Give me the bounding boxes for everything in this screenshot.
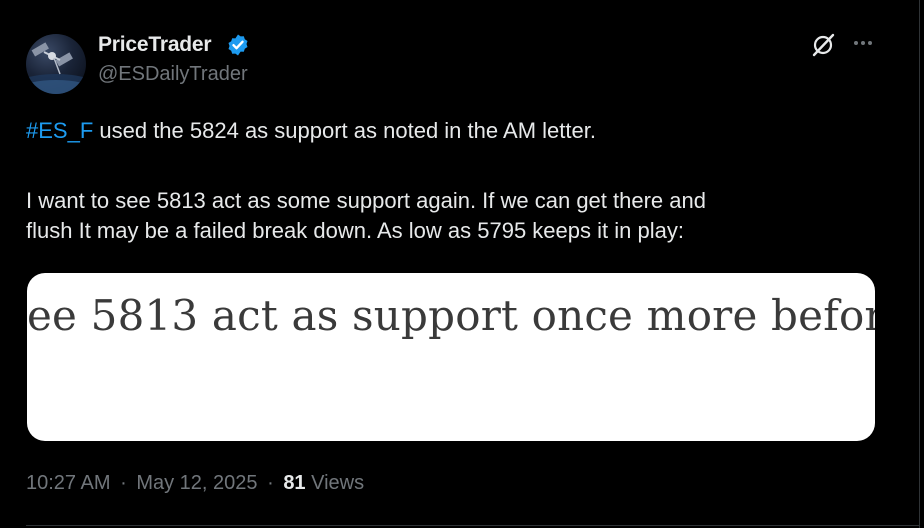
tweet-text: #ES_F used the 5824 as support as noted … [26,116,866,246]
right-divider [919,0,920,528]
tweet-line-2: I want to see 5813 act as some support a… [26,188,706,213]
embedded-image-card[interactable]: ee 5813 act as support once more before … [27,273,875,441]
hashtag-link[interactable]: #ES_F [26,118,93,143]
meta-separator: · [120,472,127,494]
avatar[interactable] [26,34,86,94]
grok-slash-icon[interactable] [810,32,836,58]
views-count: 81 [283,472,306,494]
avatar-satellite-image [26,42,86,94]
views-label: Views [311,472,365,494]
more-horizontal-icon[interactable] [850,30,876,56]
embedded-image-text: ee 5813 act as support once more before … [27,291,875,340]
tweet-line-1: #ES_F used the 5824 as support as noted … [26,116,866,146]
tweet-line-3: flush It may be a failed break down. As … [26,218,684,243]
tweet-frame: PriceTrader @ESDailyTrader #ES_F used th… [0,0,924,528]
meta-separator: · [267,472,274,494]
verified-badge-icon [228,34,248,56]
tweet-line-1-text: used the 5824 as support as noted in the… [93,118,596,143]
tweet-time[interactable]: 10:27 AM [26,472,111,494]
author-handle[interactable]: @ESDailyTrader [98,63,248,86]
bottom-divider [26,525,920,526]
tweet-date[interactable]: May 12, 2025 [136,472,257,494]
tweet-meta: 10:27 AM · May 12, 2025 · 81 Views [26,472,364,495]
author-display-name[interactable]: PriceTrader [98,33,212,57]
